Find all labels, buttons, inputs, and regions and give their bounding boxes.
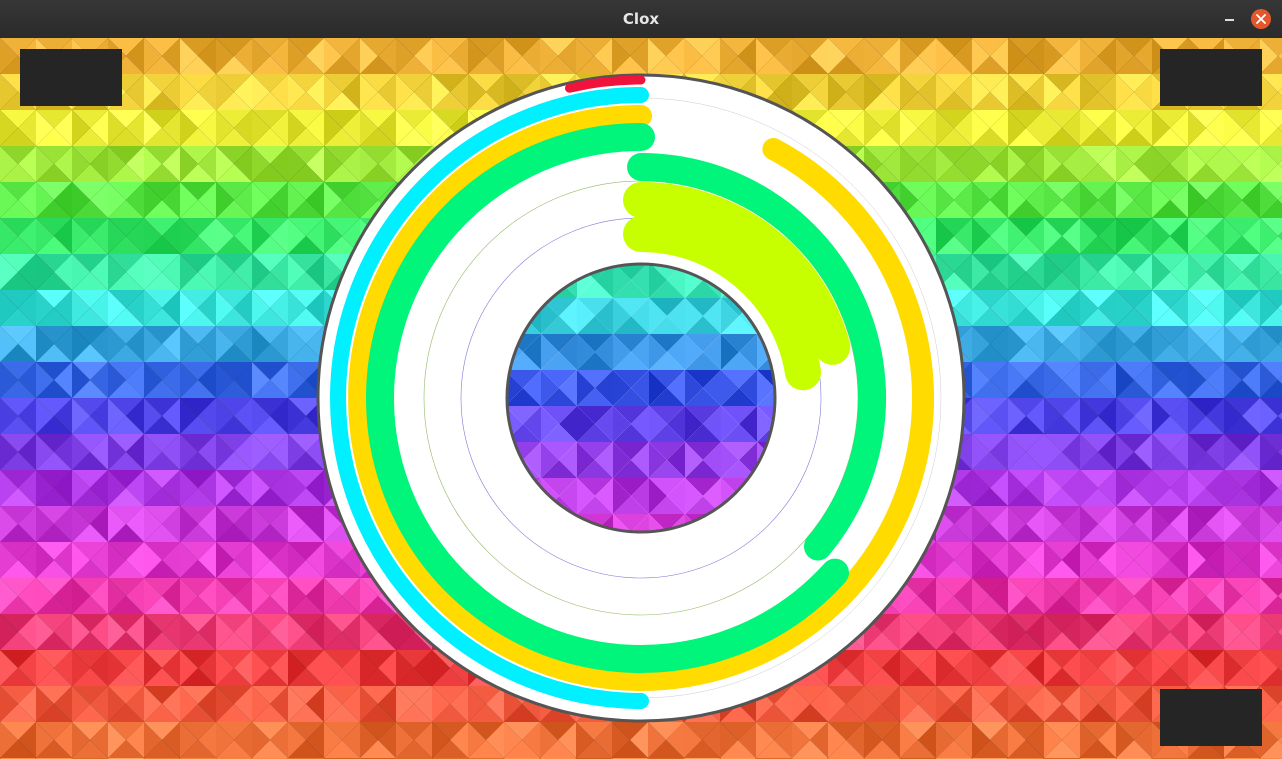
close-button[interactable] (1251, 9, 1271, 29)
title-bar[interactable]: Clox (0, 0, 1282, 39)
corner-box-bottom-right (1160, 689, 1262, 746)
corner-box-top-right (1160, 49, 1262, 106)
app-window: Clox (0, 0, 1282, 759)
corner-box-top-left (20, 49, 122, 106)
close-icon (1256, 14, 1266, 24)
clock-canvas (0, 38, 1282, 759)
window-title: Clox (622, 10, 660, 28)
minimize-button[interactable] (1220, 9, 1240, 29)
ring-clock (316, 73, 966, 723)
